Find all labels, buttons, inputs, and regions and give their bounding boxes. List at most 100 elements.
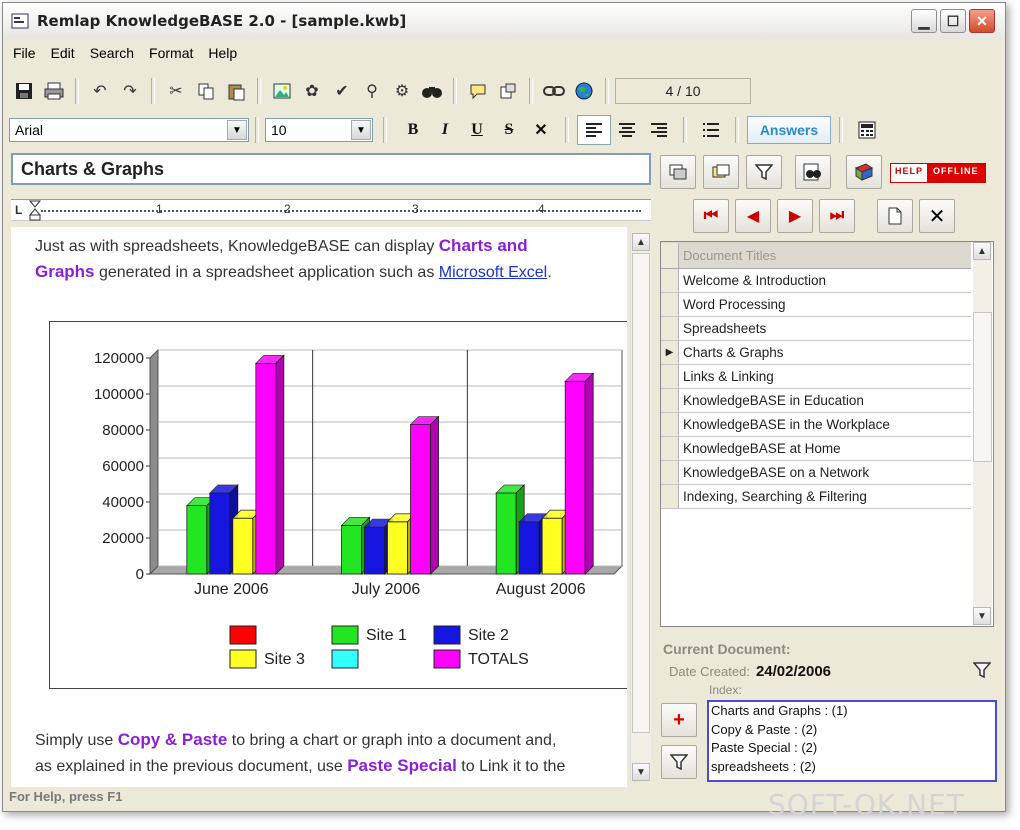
help-offline-badge[interactable]: HELP OFFLINE	[890, 163, 986, 183]
chevron-down-icon[interactable]: ▼	[227, 120, 247, 140]
bar-side	[430, 415, 439, 575]
list-item[interactable]: KnowledgeBASE at Home	[661, 436, 971, 461]
indent-marker-icon[interactable]	[29, 200, 41, 222]
document-list-scrollbar[interactable]: ▲ ▼	[973, 242, 992, 625]
properties-icon[interactable]	[493, 77, 523, 105]
filter-icon[interactable]	[973, 661, 991, 679]
document-list-header[interactable]: Document Titles	[661, 242, 971, 269]
scroll-down-icon[interactable]: ▼	[973, 607, 991, 625]
align-right-button[interactable]	[643, 116, 675, 144]
document-titles-column-header: Document Titles	[683, 247, 777, 263]
document-list[interactable]: Document Titles Welcome & Introduction W…	[660, 241, 994, 627]
globe-icon[interactable]	[569, 77, 599, 105]
comment-icon[interactable]	[463, 77, 493, 105]
spell-check-icon[interactable]: ✔	[327, 77, 357, 105]
binoculars-icon[interactable]	[417, 77, 447, 105]
first-record-button[interactable]: ⏮	[693, 199, 729, 233]
new-document-button[interactable]	[877, 199, 913, 233]
scroll-up-icon[interactable]: ▲	[973, 242, 991, 260]
answers-button[interactable]: Answers	[747, 116, 831, 144]
document-title-field[interactable]: Charts & Graphs	[11, 153, 651, 185]
scroll-up-icon[interactable]: ▲	[632, 233, 650, 251]
list-item[interactable]: Indexing, Searching & Filtering	[661, 484, 971, 509]
index-entry[interactable]: Charts and Graphs : (1)	[711, 702, 995, 721]
previous-record-button[interactable]: ◀	[735, 199, 771, 233]
embedded-chart[interactable]: 0 20000 40000 60000 80000 100000 120000 June 20…	[49, 321, 627, 689]
cut-icon[interactable]: ✂	[161, 77, 191, 105]
scroll-thumb[interactable]	[973, 312, 992, 462]
minimize-button[interactable]: ▁	[911, 9, 937, 33]
insert-picture-icon[interactable]	[267, 77, 297, 105]
menu-file[interactable]: File	[13, 45, 36, 61]
delete-document-button[interactable]: ✕	[919, 199, 955, 233]
index-entry[interactable]: spreadsheets : (2)	[711, 758, 995, 777]
bar	[341, 524, 362, 575]
calculator-icon[interactable]	[851, 116, 883, 144]
menu-help[interactable]: Help	[208, 45, 237, 61]
body-text: Simply use	[35, 732, 118, 749]
new-window-button[interactable]	[703, 155, 739, 189]
filter-index-button[interactable]	[661, 745, 697, 779]
clear-format-button[interactable]: ✕	[525, 116, 557, 144]
tile-windows-button[interactable]	[660, 155, 696, 189]
tab-stop-icon[interactable]: L	[15, 203, 22, 217]
undo-icon[interactable]: ↶	[85, 77, 115, 105]
list-item-label: Links & Linking	[683, 368, 774, 384]
list-item[interactable]: KnowledgeBASE in the Workplace	[661, 412, 971, 437]
list-item[interactable]: Word Processing	[661, 292, 971, 317]
last-record-button[interactable]: ⏭	[819, 199, 855, 233]
menu-edit[interactable]: Edit	[51, 45, 75, 61]
object-icon[interactable]: ✿	[297, 77, 327, 105]
scroll-down-icon[interactable]: ▼	[632, 763, 650, 781]
ruler[interactable]: L 1 2 3 4	[11, 199, 651, 221]
strikethrough-button[interactable]: S	[493, 116, 525, 144]
add-index-button[interactable]: +	[661, 703, 697, 737]
link-icon[interactable]	[539, 77, 569, 105]
menu-search[interactable]: Search	[90, 45, 134, 61]
find-replace-icon[interactable]: ⚲	[357, 77, 387, 105]
next-record-button[interactable]: ▶	[777, 199, 813, 233]
close-window-button[interactable]: ✕	[969, 9, 995, 33]
microsoft-excel-link[interactable]: Microsoft Excel	[439, 264, 547, 281]
index-entry[interactable]: Copy & Paste : (2)	[711, 721, 995, 740]
bullet-list-button[interactable]	[695, 116, 727, 144]
font-size-select[interactable]: 10 ▼	[265, 118, 373, 142]
index-entry[interactable]: Paste Special : (2)	[711, 739, 995, 758]
redo-icon[interactable]: ↷	[115, 77, 145, 105]
document-editor[interactable]: Just as with spreadsheets, KnowledgeBASE…	[11, 227, 627, 787]
title-bar[interactable]: Remlap KnowledgeBASE 2.0 - [sample.kwb] …	[3, 3, 1005, 39]
copy-icon[interactable]	[191, 77, 221, 105]
scroll-thumb[interactable]	[632, 253, 650, 733]
italic-button[interactable]: I	[429, 116, 461, 144]
list-item-selected[interactable]: ▶ Charts & Graphs	[661, 340, 971, 365]
menu-format[interactable]: Format	[149, 45, 193, 61]
font-name-value: Arial	[15, 122, 44, 138]
highlight-text: Copy & Paste	[117, 730, 228, 749]
chevron-down-icon[interactable]: ▼	[351, 120, 371, 140]
list-item[interactable]: Links & Linking	[661, 364, 971, 389]
search-documents-icon[interactable]	[795, 155, 831, 189]
index-list[interactable]: Charts and Graphs : (1) Copy & Paste : (…	[707, 700, 997, 782]
align-left-button[interactable]	[577, 115, 611, 145]
y-tick-label: 0	[136, 566, 144, 583]
document-scrollbar[interactable]: ▲ ▼	[630, 233, 651, 781]
list-item[interactable]: Spreadsheets	[661, 316, 971, 341]
paste-icon[interactable]	[221, 77, 251, 105]
bar	[255, 363, 277, 575]
print-icon[interactable]	[39, 77, 69, 105]
underline-button[interactable]: U	[461, 116, 493, 144]
bold-button[interactable]: B	[397, 116, 429, 144]
outro-paragraph: Simply use Copy & Paste to bring a chart…	[35, 727, 615, 779]
list-item[interactable]: KnowledgeBASE on a Network	[661, 460, 971, 485]
font-name-select[interactable]: Arial ▼	[9, 118, 249, 142]
list-item[interactable]: KnowledgeBASE in Education	[661, 388, 971, 413]
y-tick-label: 80000	[102, 422, 144, 439]
save-icon[interactable]	[9, 77, 39, 105]
x-tick-label: June 2006	[194, 581, 269, 598]
book-icon[interactable]	[846, 155, 882, 189]
align-center-button[interactable]	[611, 116, 643, 144]
maximize-button[interactable]: ☐	[940, 9, 966, 33]
filter-icon[interactable]	[746, 155, 782, 189]
thesaurus-icon[interactable]: ⚙	[387, 77, 417, 105]
list-item[interactable]: Welcome & Introduction	[661, 268, 971, 293]
